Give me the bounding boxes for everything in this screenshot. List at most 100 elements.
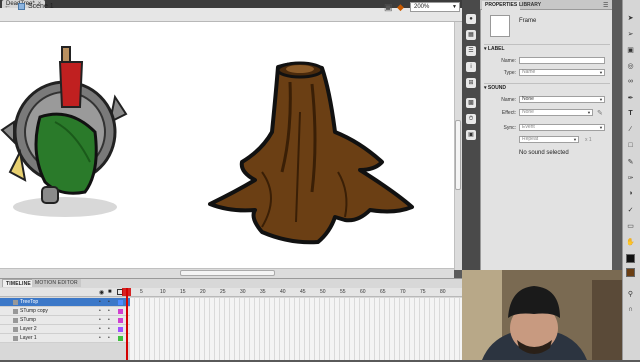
- zoom-tool-icon[interactable]: ⚲: [625, 290, 636, 298]
- knight-character-artwork[interactable]: [0, 46, 128, 217]
- tab-timeline[interactable]: TIMELINE: [2, 279, 35, 287]
- playhead[interactable]: [126, 288, 128, 360]
- edit-scene-icon[interactable]: ◆: [397, 2, 404, 13]
- tab-properties[interactable]: PROPERTIES: [482, 1, 521, 10]
- edit-symbols-icon[interactable]: ▣: [384, 2, 393, 13]
- layer-row[interactable]: STump • •: [0, 316, 130, 325]
- swatches-icon[interactable]: ▦: [466, 30, 476, 40]
- zoom-select[interactable]: 200% ▼: [410, 2, 460, 12]
- horizontal-scroll-thumb[interactable]: [180, 270, 275, 276]
- stage-canvas[interactable]: [0, 22, 462, 270]
- transform-icon[interactable]: ⊞: [466, 78, 476, 88]
- visibility-dot-icon[interactable]: •: [99, 307, 101, 316]
- free-transform-tool-icon[interactable]: ▣: [625, 46, 636, 54]
- vertical-scroll-thumb[interactable]: [455, 120, 461, 190]
- label-name-label: Name:: [501, 58, 516, 64]
- pen-tool-icon[interactable]: ✒: [625, 94, 636, 102]
- layer-name: STump: [20, 317, 36, 323]
- panel-menu-icon[interactable]: ☰: [603, 2, 608, 9]
- rectangle-tool-icon[interactable]: □: [625, 142, 636, 149]
- sound-sync-label: Sync:: [503, 125, 516, 131]
- chevron-down-icon: ▼: [599, 125, 603, 130]
- sound-name-select[interactable]: None ▼: [519, 96, 605, 103]
- sound-effect-select[interactable]: None ▼: [519, 109, 593, 116]
- back-arrow-icon[interactable]: ←: [4, 3, 11, 10]
- frame-number: 5: [140, 289, 143, 295]
- snap-magnet-icon[interactable]: ∩: [625, 306, 636, 313]
- tab-library[interactable]: LIBRARY: [516, 1, 544, 10]
- layer-outline-color-swatch[interactable]: [118, 318, 123, 323]
- label-name-input[interactable]: [519, 57, 605, 64]
- chevron-down-icon: ▼: [599, 97, 603, 102]
- lock-icon[interactable]: ■: [108, 289, 112, 295]
- chevron-down-icon: ▼: [587, 110, 591, 115]
- paint-bucket-tool-icon[interactable]: ◑: [625, 190, 636, 197]
- library-icon[interactable]: ▣: [466, 130, 476, 140]
- eyedropper-tool-icon[interactable]: ✓: [625, 206, 636, 214]
- lasso-tool-icon[interactable]: ∞: [625, 78, 636, 85]
- edit-pencil-icon[interactable]: ✎: [597, 109, 603, 117]
- layer-name: Layer 2: [20, 326, 37, 332]
- lock-dot-icon[interactable]: •: [108, 325, 110, 334]
- label-section-header[interactable]: ▾ LABEL: [484, 44, 610, 52]
- layer-row[interactable]: Layer 2 • •: [0, 325, 130, 334]
- layer-row[interactable]: Layer 1 • •: [0, 334, 130, 343]
- lock-dot-icon[interactable]: •: [108, 307, 110, 316]
- layer-row[interactable]: STump copy • •: [0, 307, 130, 316]
- tree-stump-artwork[interactable]: [208, 61, 414, 245]
- layer-outline-color-swatch[interactable]: [118, 327, 123, 332]
- frame-number: 25: [220, 289, 226, 295]
- fill-color-swatch[interactable]: [626, 268, 635, 277]
- frame-number: 20: [200, 289, 206, 295]
- hand-tool-icon[interactable]: ✋: [625, 238, 636, 246]
- lock-dot-icon[interactable]: •: [108, 298, 110, 307]
- text-tool-icon[interactable]: T: [625, 110, 636, 117]
- layer-row[interactable]: TreeTop • •: [0, 298, 130, 307]
- layer-outline-color-swatch[interactable]: [118, 336, 123, 341]
- subselection-tool-icon[interactable]: ➢: [625, 30, 636, 38]
- stroke-color-swatch[interactable]: [626, 254, 635, 263]
- zoom-value: 200%: [414, 4, 430, 10]
- sound-section-header[interactable]: ▾ SOUND: [484, 83, 610, 91]
- frame-number: 40: [280, 289, 286, 295]
- frame-number: 45: [300, 289, 306, 295]
- line-tool-icon[interactable]: ∕: [625, 126, 636, 133]
- 3d-rotation-tool-icon[interactable]: ◎: [625, 62, 636, 70]
- stage-artwork: [0, 46, 414, 245]
- visibility-dot-icon[interactable]: •: [99, 325, 101, 334]
- scene-label[interactable]: Scene 1: [28, 3, 54, 11]
- sound-repeat-count[interactable]: x 1: [585, 137, 592, 143]
- label-type-value: Name: [522, 69, 536, 75]
- frame-number: 35: [260, 289, 266, 295]
- document-tab-bar: [0, 0, 462, 8]
- color-panel-icon[interactable]: ●: [466, 14, 476, 24]
- selection-tool-icon[interactable]: ➤: [625, 14, 636, 22]
- brush-tool-icon[interactable]: ✑: [625, 174, 636, 182]
- history-icon[interactable]: ⏱: [466, 114, 476, 124]
- layer-outline-color-swatch[interactable]: [118, 309, 123, 314]
- layer-outline-color-swatch[interactable]: [118, 300, 123, 305]
- sound-repeat-select[interactable]: Repeat ▼: [519, 136, 579, 143]
- components-icon[interactable]: ▩: [466, 98, 476, 108]
- eye-icon[interactable]: ◉: [99, 289, 104, 296]
- frame-grid[interactable]: [130, 298, 462, 360]
- eraser-tool-icon[interactable]: ▭: [625, 222, 636, 230]
- pencil-tool-icon[interactable]: ✎: [625, 158, 636, 166]
- label-type-select[interactable]: Name ▼: [519, 69, 605, 76]
- properties-panel: [480, 0, 612, 270]
- info-icon[interactable]: i: [466, 62, 476, 72]
- tab-motion-editor[interactable]: MOTION EDITOR: [32, 279, 81, 287]
- frame-type-icon: [490, 15, 510, 37]
- layer-icon: [13, 309, 18, 314]
- sound-sync-select[interactable]: Event ▼: [519, 124, 605, 131]
- visibility-dot-icon[interactable]: •: [99, 316, 101, 325]
- frame-number: 55: [340, 289, 346, 295]
- lock-dot-icon[interactable]: •: [108, 334, 110, 343]
- layer-name: TreeTop: [20, 299, 39, 305]
- visibility-dot-icon[interactable]: •: [99, 298, 101, 307]
- frame-number: 30: [240, 289, 246, 295]
- align-icon[interactable]: ☰: [466, 46, 476, 56]
- lock-dot-icon[interactable]: •: [108, 316, 110, 325]
- chevron-down-icon: ▼: [599, 70, 603, 75]
- visibility-dot-icon[interactable]: •: [99, 334, 101, 343]
